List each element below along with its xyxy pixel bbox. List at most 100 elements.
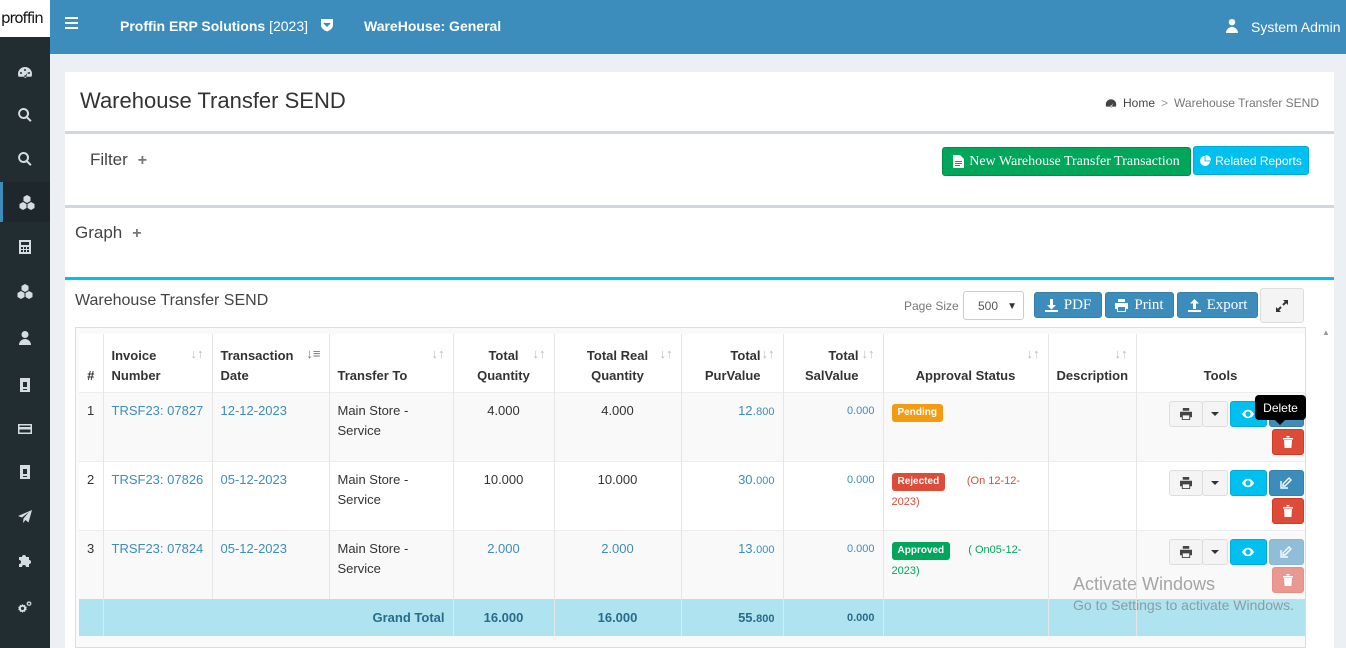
approval-status: Rejected (On 12-12-2023)	[883, 460, 1049, 530]
edit-button[interactable]	[1268, 538, 1304, 565]
grand-total-label: Grand Total	[103, 598, 454, 636]
dashboard-icon	[18, 67, 32, 78]
expand-icon	[1276, 299, 1288, 312]
pdf-button[interactable]: PDF	[1034, 292, 1102, 318]
date-link[interactable]: 05-12-2023	[212, 529, 330, 599]
total-salvalue: 0.000	[783, 460, 884, 530]
page-size-label: Page Size	[904, 299, 959, 313]
print-dropdown-button[interactable]	[1201, 538, 1228, 565]
sidebar-item-settings[interactable]	[0, 588, 50, 628]
sidebar-item-calculator[interactable]	[0, 227, 50, 267]
sidebar-item-dashboard[interactable]	[0, 52, 50, 92]
sidebar-item-payments[interactable]	[0, 409, 50, 449]
related-reports-label: Related Reports	[1215, 153, 1302, 168]
column-header[interactable]: Invoice Number ↓↑	[103, 334, 213, 392]
user-menu[interactable]: System Admin	[1251, 19, 1340, 35]
scroll-up-icon[interactable]: ▲	[1322, 328, 1330, 337]
total-purvalue: 30.000	[681, 460, 784, 530]
sort-icon: ↓↑	[1026, 346, 1040, 361]
sidebar-item-id-card-2[interactable]	[0, 452, 50, 492]
column-header[interactable]: Transaction Date ↓≡	[212, 334, 330, 392]
print-button[interactable]	[1168, 400, 1203, 427]
page-size-value: 500	[978, 298, 999, 313]
activate-windows-watermark: Activate Windows Go to Settings to activ…	[1073, 574, 1294, 613]
print-icon	[1179, 407, 1192, 420]
row-number: 3	[79, 529, 104, 599]
invoice-link[interactable]: TRSF23: 07827	[103, 391, 213, 461]
column-header[interactable]: Total Quantity ↓↑	[453, 334, 555, 392]
sidebar-item-warehouse[interactable]	[0, 182, 50, 222]
total-quantity: 2.000	[453, 529, 555, 599]
edit-button[interactable]	[1268, 469, 1304, 496]
empty-cell	[79, 598, 104, 636]
sort-desc-icon: ↓≡	[306, 346, 321, 361]
breadcrumb-home[interactable]: Home	[1123, 96, 1155, 110]
column-header[interactable]: Total PurValue ↓↑	[681, 334, 784, 392]
row-number: 1	[79, 391, 104, 461]
logo-text: proffin	[1, 9, 44, 27]
caret-down-icon	[1210, 480, 1219, 485]
date-link[interactable]: 05-12-2023	[212, 460, 330, 530]
table-row: 1 TRSF23: 07827 12-12-2023 Main Store - …	[79, 391, 1305, 461]
eye-icon	[1242, 547, 1254, 556]
total-real-quantity: 10.000	[554, 460, 682, 530]
filter-toggle[interactable]: Filter +	[90, 150, 147, 170]
sidebar-item-user[interactable]	[0, 318, 50, 358]
related-reports-button[interactable]: Related Reports	[1193, 146, 1309, 175]
graph-toggle[interactable]: Graph +	[75, 223, 142, 243]
date-link[interactable]: 12-12-2023	[212, 391, 330, 461]
status-badge: Rejected	[891, 472, 946, 491]
column-header: Tools	[1136, 334, 1305, 392]
delete-button[interactable]	[1271, 497, 1304, 524]
plane-icon	[18, 510, 32, 523]
sidebar-item-search-2[interactable]	[0, 139, 50, 179]
description	[1048, 460, 1137, 530]
column-header[interactable]: Transfer To ↓↑	[329, 334, 454, 392]
new-transaction-button[interactable]: New Warehouse Transfer Transaction	[942, 147, 1191, 176]
status-badge: Pending	[891, 403, 943, 422]
print-dropdown-button[interactable]	[1201, 469, 1228, 496]
chevron-down-icon: ▼	[1007, 301, 1017, 312]
export-button[interactable]: Export	[1177, 292, 1258, 318]
column-header[interactable]: Total Real Quantity ↓↑	[554, 334, 682, 392]
list-title: Warehouse Transfer SEND	[75, 292, 269, 309]
transfer-to: Main Store - Service	[329, 391, 454, 461]
view-button[interactable]	[1229, 469, 1267, 496]
shield-icon[interactable]	[320, 18, 334, 32]
print-button[interactable]	[1168, 538, 1203, 565]
sidebar-item-id-card-1[interactable]	[0, 365, 50, 405]
delete-tooltip: Delete	[1255, 395, 1306, 425]
divider	[65, 131, 1334, 134]
user-icon	[1226, 19, 1238, 33]
grand-total-purvalue: 55.800	[681, 598, 784, 636]
column-header[interactable]: Approval Status ↓↑	[883, 334, 1049, 392]
sort-icon: ↓↑	[1114, 346, 1128, 361]
table-row: 2 TRSF23: 07826 05-12-2023 Main Store - …	[79, 460, 1305, 530]
empty-cell	[883, 598, 1049, 636]
sidebar-item-plugins[interactable]	[0, 540, 50, 580]
invoice-link[interactable]: TRSF23: 07826	[103, 460, 213, 530]
delete-button[interactable]	[1271, 428, 1304, 455]
print-button[interactable]	[1168, 469, 1203, 496]
sidebar-item-search-1[interactable]	[0, 95, 50, 135]
print-label: Print	[1134, 296, 1164, 313]
total-quantity: 4.000	[453, 391, 555, 461]
sidebar-item-travel[interactable]	[0, 496, 50, 536]
page-size-select[interactable]: 500 ▼	[963, 291, 1024, 320]
column-header: #	[79, 334, 104, 392]
invoice-link[interactable]: TRSF23: 07824	[103, 529, 213, 599]
file-icon	[953, 155, 965, 168]
column-header[interactable]: Total SalValue ↓↑	[783, 334, 884, 392]
warehouse-selector[interactable]: WareHouse: General	[364, 18, 501, 34]
page-title: Warehouse Transfer SEND	[80, 88, 346, 113]
menu-toggle-icon[interactable]	[65, 17, 78, 29]
print-icon	[1179, 545, 1192, 558]
print-button[interactable]: Print	[1105, 292, 1174, 318]
fullscreen-button[interactable]	[1260, 288, 1304, 323]
logo[interactable]: proffin	[0, 0, 50, 37]
print-dropdown-button[interactable]	[1201, 400, 1228, 427]
edit-icon	[1280, 545, 1292, 558]
view-button[interactable]	[1229, 538, 1267, 565]
column-header[interactable]: Description ↓↑	[1048, 334, 1137, 392]
sidebar-item-cubes[interactable]	[0, 271, 50, 311]
